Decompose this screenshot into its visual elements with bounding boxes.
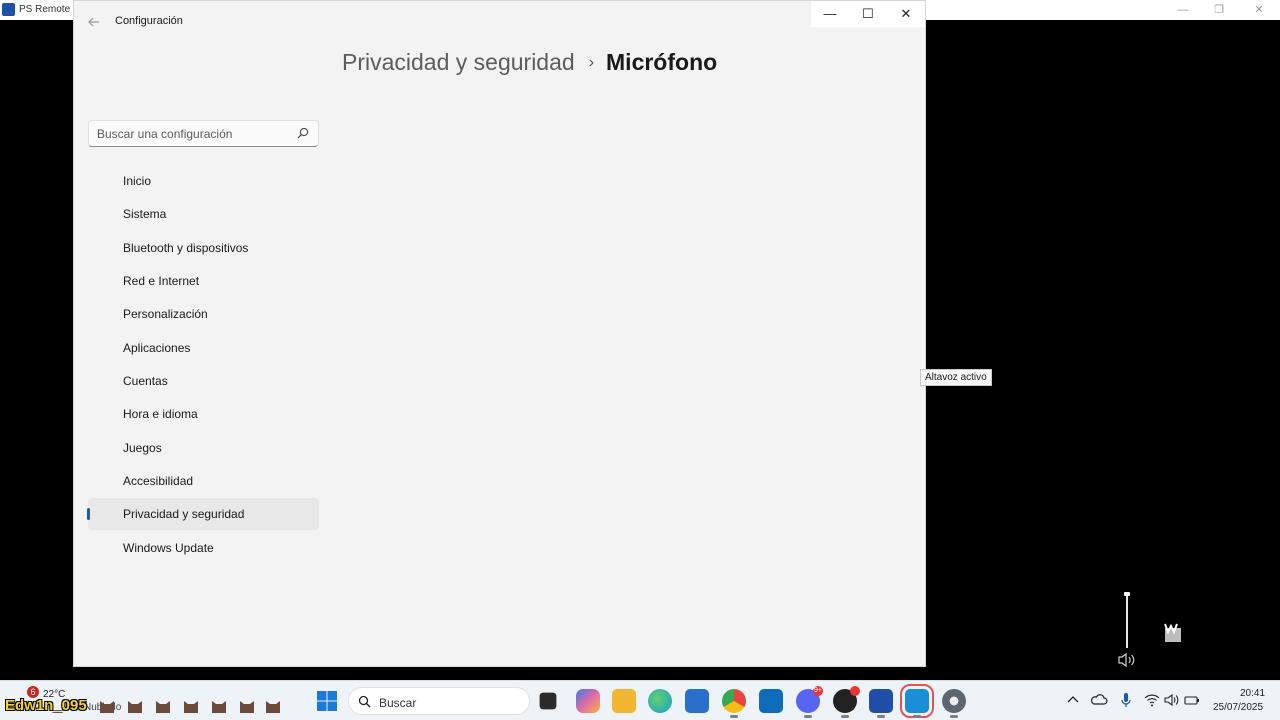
chrome-icon[interactable] [722, 689, 746, 718]
wz-logo-icon [1164, 623, 1181, 642]
settings-gear-icon[interactable] [942, 689, 966, 718]
window-controls: — ☐ ✕ [811, 1, 925, 27]
sidebar-item-windows-update[interactable]: Windows Update [88, 532, 319, 564]
volume-slider-track[interactable] [1126, 594, 1128, 648]
search-icon [358, 695, 371, 708]
taskbar: 6 22°C Nublado Edw1n_095 Buscar 9+ 2 [0, 680, 1280, 720]
search-input[interactable]: Buscar una configuración [97, 127, 232, 141]
minimize-button[interactable]: — [811, 1, 849, 27]
background-restore-button[interactable]: ❐ [1200, 2, 1238, 18]
sidebar-item-label: Accesibilidad [123, 474, 194, 489]
settings-window: Configuración — ☐ ✕ Privacidad y segurid… [73, 0, 926, 667]
microphone-icon[interactable] [1117, 691, 1135, 709]
wifi-icon[interactable] [1143, 691, 1161, 709]
discord-icon[interactable]: 9+ [796, 686, 823, 718]
edge-icon[interactable] [648, 689, 672, 713]
back-button[interactable] [84, 12, 104, 32]
start-windows-icon[interactable] [316, 690, 338, 712]
obs-icon[interactable] [833, 686, 860, 718]
battery-icon[interactable] [1183, 691, 1201, 709]
sidebar-item-label: Aplicaciones [123, 340, 191, 355]
background-minimize-button[interactable]: — [1164, 2, 1202, 18]
sidebar-item-label: Privacidad y seguridad [123, 507, 245, 522]
discord-notification-badge: 9+ [813, 686, 823, 696]
cat-emote-icon [128, 701, 142, 713]
sidebar-item-label: Sistema [123, 207, 167, 222]
streamer-name-overlay: Edw1n_095 [5, 697, 87, 714]
chevron-up-icon[interactable] [1064, 691, 1082, 709]
cat-emote-icon [212, 701, 226, 713]
task-view-icon[interactable] [539, 692, 557, 710]
background-window-title: PS Remote Play [19, 4, 71, 15]
window-title: Configuración [115, 15, 183, 27]
volume-slider-thumb[interactable] [1124, 592, 1130, 596]
ps-app-icon[interactable] [900, 684, 934, 718]
sidebar-item-red[interactable]: Red e Internet [88, 265, 319, 297]
maximize-button[interactable]: ☐ [849, 1, 887, 27]
cat-emote-icon [240, 701, 254, 713]
active-indicator [87, 508, 90, 521]
sidebar-item-bluetooth[interactable]: Bluetooth y dispositivos [88, 232, 319, 264]
sidebar-item-label: Cuentas [123, 374, 168, 389]
speaker-icon[interactable] [1117, 651, 1137, 669]
sidebar-item-label: Bluetooth y dispositivos [123, 240, 249, 255]
sidebar-item-personalizacion[interactable]: Personalización [88, 298, 319, 330]
cat-emote-icon [100, 701, 114, 713]
clock-date[interactable]: 25/07/2025 [1213, 702, 1263, 713]
sidebar-item-hora[interactable]: Hora e idioma [88, 398, 319, 430]
clock-time[interactable]: 20:41 [1240, 688, 1265, 699]
sidebar-item-label: Inicio [123, 174, 152, 188]
sidebar-item-label: Personalización [123, 307, 208, 322]
ps-remote-play-app-icon [2, 3, 15, 16]
sidebar-item-aplicaciones[interactable]: Aplicaciones [88, 332, 319, 364]
taskbar-search-box[interactable]: Buscar [348, 687, 530, 715]
cat-emote-icon [184, 701, 198, 713]
ps-remote-play-icon[interactable] [869, 689, 893, 718]
sidebar-item-label: Juegos [123, 440, 162, 455]
sidebar-item-label: Hora e idioma [123, 407, 198, 422]
obs-recording-dot-icon [850, 686, 860, 696]
cat-emote-icon [266, 701, 280, 713]
sidebar-item-juegos[interactable]: Juegos [88, 432, 319, 464]
search-icon[interactable] [297, 127, 309, 139]
close-button[interactable]: ✕ [887, 1, 925, 27]
cat-emote-icon [156, 701, 170, 713]
breadcrumb-parent-link[interactable]: Privacidad y seguridad [342, 49, 575, 76]
sidebar-item-label: Red e Internet [123, 274, 200, 289]
file-explorer-icon[interactable] [612, 689, 636, 713]
sidebar-item-sistema[interactable]: Sistema [88, 198, 319, 230]
settings-search-box[interactable]: Buscar una configuración [88, 120, 319, 147]
arrow-left-icon [88, 17, 99, 27]
taskbar-search-label: Buscar [379, 696, 417, 710]
page-title: Micrófono [606, 49, 718, 75]
store-icon[interactable] [685, 689, 709, 713]
breadcrumb-chevron-icon: › [588, 53, 595, 71]
volume-icon[interactable] [1163, 691, 1181, 709]
onedrive-cloud-icon[interactable] [1090, 691, 1108, 709]
outlook-icon[interactable] [759, 689, 783, 713]
sidebar-item-inicio[interactable]: Inicio [88, 165, 319, 197]
speaker-tooltip: Altavoz activo [920, 369, 992, 386]
sidebar-item-accesibilidad[interactable]: Accesibilidad [88, 465, 319, 497]
background-close-button[interactable]: ✕ [1240, 2, 1278, 18]
copilot-icon[interactable] [576, 689, 600, 713]
sidebar-item-cuentas[interactable]: Cuentas [88, 365, 319, 397]
breadcrumb: Privacidad y seguridad › Micrófono [342, 49, 717, 76]
sidebar-nav: Inicio Sistema Bluetooth y dispositivos … [87, 165, 319, 565]
sidebar-item-privacidad[interactable]: Privacidad y seguridad [87, 498, 319, 531]
sidebar-item-label: Windows Update [123, 540, 214, 555]
